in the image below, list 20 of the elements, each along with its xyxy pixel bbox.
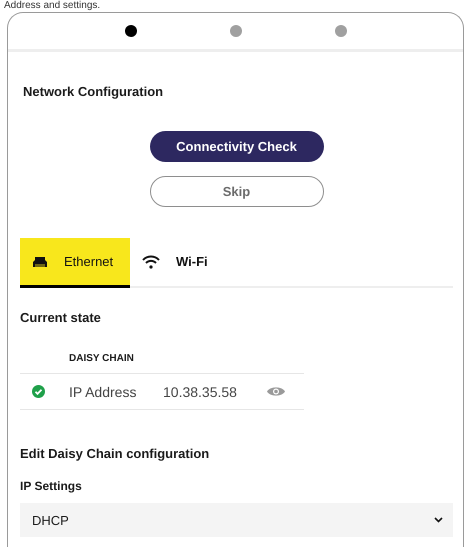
step-dot[interactable] bbox=[334, 25, 346, 37]
tab[interactable]: Ethernet bbox=[20, 238, 130, 288]
eye-icon[interactable] bbox=[267, 386, 285, 397]
wifi-icon bbox=[142, 254, 160, 268]
ethernet-port-icon bbox=[32, 256, 48, 266]
column-header: DAISY CHAIN bbox=[20, 353, 304, 374]
table-cell-text: IP Address bbox=[69, 384, 138, 400]
step-dot[interactable] bbox=[124, 25, 136, 37]
caption-text: Address and settings. bbox=[3, 0, 102, 12]
step-dot[interactable] bbox=[230, 25, 242, 37]
skip-button[interactable]: Skip bbox=[150, 176, 324, 207]
field-label: IP Settings bbox=[20, 479, 83, 493]
ip-settings-select[interactable]: DHCP bbox=[20, 503, 453, 537]
tab[interactable]: Wi-Fi bbox=[130, 238, 220, 288]
table-cell-text: 10.38.35.58 bbox=[163, 384, 238, 400]
section-title: Network Configuration bbox=[23, 84, 164, 99]
section-heading: Current state bbox=[20, 310, 102, 325]
section-heading: Edit Daisy Chain configuration bbox=[20, 446, 210, 461]
chevron-down-icon bbox=[434, 517, 443, 523]
check-button[interactable]: Connectivity Check bbox=[150, 131, 324, 162]
